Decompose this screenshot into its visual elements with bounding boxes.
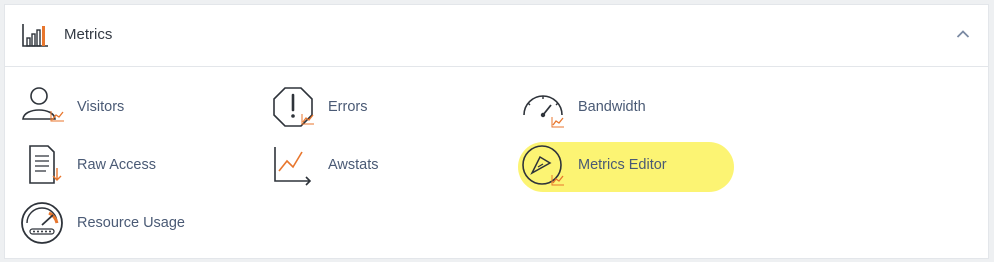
awstats-icon — [274, 147, 312, 186]
item-label: Bandwidth — [578, 99, 646, 115]
errors-icon — [273, 87, 314, 127]
raw-access-icon — [29, 145, 62, 184]
visitors-icon — [22, 87, 64, 122]
bandwidth-icon — [523, 95, 564, 128]
metrics-panel: Metrics Visitors Errors Bandwidth Raw Ac… — [4, 4, 989, 259]
item-visitors[interactable]: Visitors — [19, 85, 124, 129]
resource-usage-icon — [21, 202, 63, 244]
item-label: Metrics Editor — [578, 157, 667, 173]
item-label: Visitors — [77, 99, 125, 115]
item-resource-usage[interactable]: Resource Usage — [19, 201, 185, 245]
metrics-editor-icon — [522, 145, 564, 186]
item-label: Errors — [328, 99, 368, 115]
panel-header[interactable]: Metrics — [5, 5, 988, 67]
bar-chart-icon — [22, 24, 48, 47]
item-bandwidth[interactable]: Bandwidth — [520, 85, 646, 129]
item-label: Resource Usage — [77, 215, 185, 231]
item-metrics-editor[interactable]: Metrics Editor — [520, 143, 667, 187]
item-raw-access[interactable]: Raw Access — [19, 143, 156, 187]
item-label: Raw Access — [77, 157, 156, 173]
item-awstats[interactable]: Awstats — [270, 143, 379, 187]
section-title: Metrics — [64, 26, 113, 43]
item-errors[interactable]: Errors — [270, 85, 367, 129]
item-label: Awstats — [328, 157, 379, 173]
chevron-up-icon[interactable] — [956, 29, 970, 39]
